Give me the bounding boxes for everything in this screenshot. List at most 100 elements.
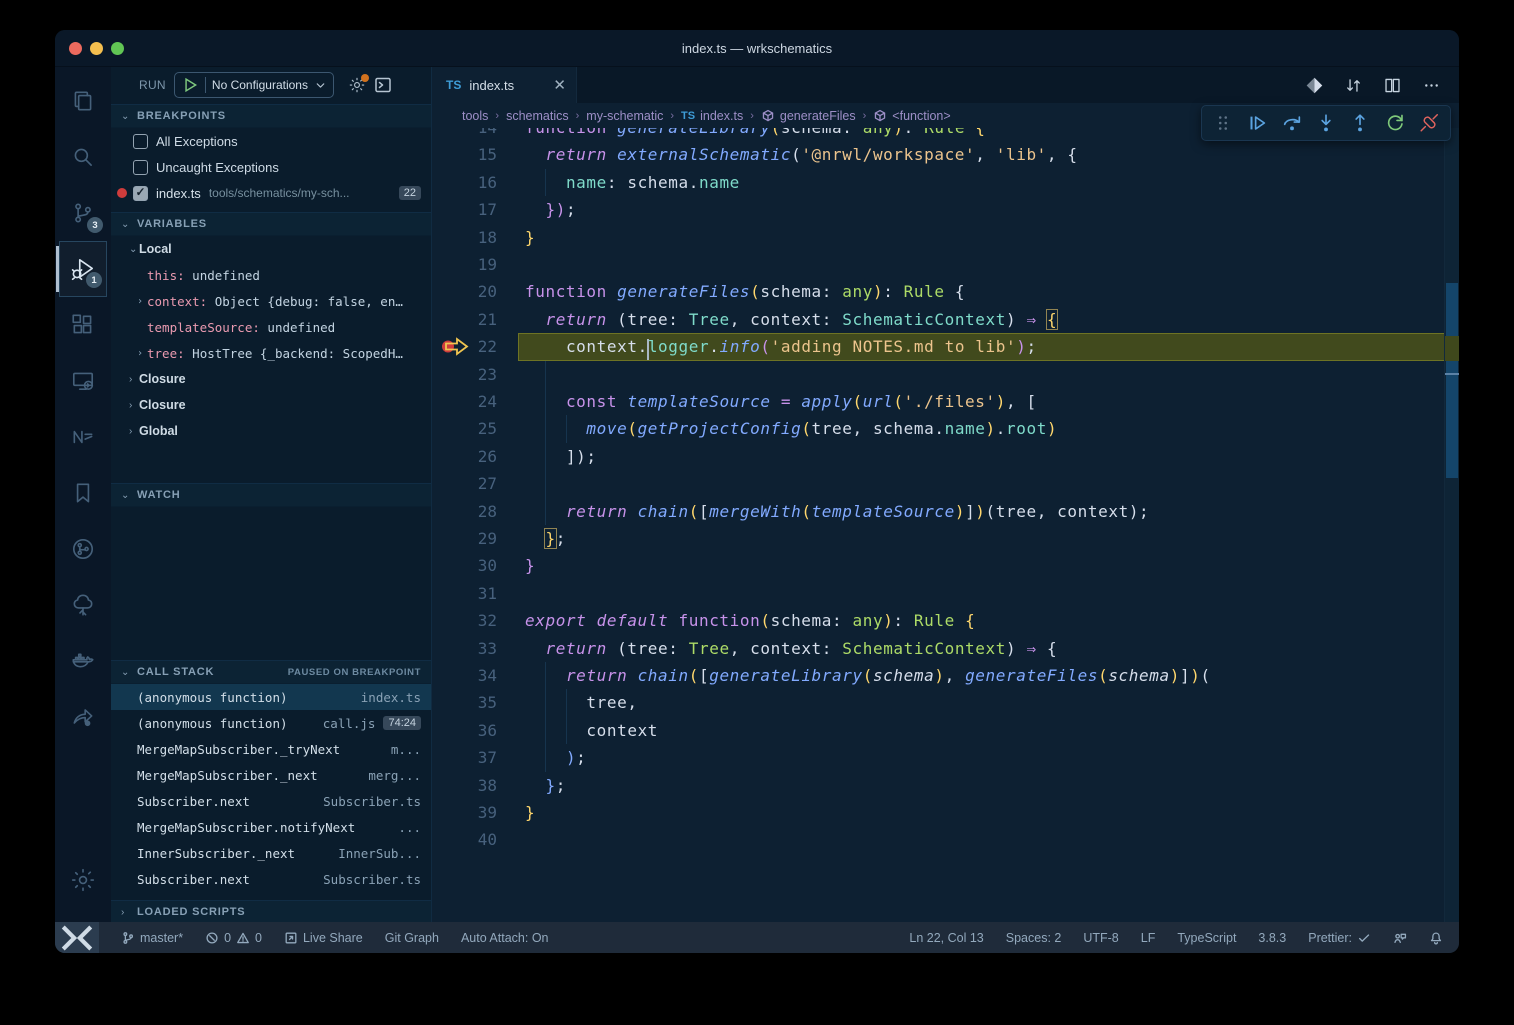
vertical-scrollbar[interactable] <box>1444 128 1459 922</box>
status-remote-indicator[interactable] <box>55 922 99 953</box>
code-line[interactable]: 16 name: schema.name <box>432 169 1444 196</box>
code-line[interactable]: 32export default function(schema: any): … <box>432 607 1444 634</box>
code-line[interactable]: 18} <box>432 224 1444 251</box>
variables-header[interactable]: ⌄ VARIABLES <box>111 212 431 236</box>
activity-item-search[interactable] <box>59 129 107 185</box>
code-line[interactable]: 28 return chain([mergeWith(templateSourc… <box>432 498 1444 525</box>
git-compare-icon[interactable] <box>1344 76 1363 95</box>
variable-scope-row[interactable]: ›Closure <box>111 392 431 418</box>
activity-item-nx-console[interactable] <box>59 409 107 465</box>
breakpoint-row[interactable]: index.tstools/schematics/my-sch...22 <box>111 180 431 206</box>
step-out-icon[interactable] <box>1349 112 1371 134</box>
watch-header[interactable]: ⌄ WATCH <box>111 483 431 507</box>
code-line[interactable]: 20function generateFiles(schema: any): R… <box>432 278 1444 305</box>
breadcrumb-item-schematics[interactable]: schematics <box>506 109 569 123</box>
code-line[interactable]: 24 const templateSource = apply(url('./f… <box>432 388 1444 415</box>
step-over-icon[interactable] <box>1281 112 1303 134</box>
activity-item-docker[interactable] <box>59 633 107 689</box>
variable-row[interactable]: templateSource: undefined <box>111 314 431 340</box>
code-line[interactable]: 34 return chain([generateLibrary(schema)… <box>432 662 1444 689</box>
code-line[interactable]: 33 return (tree: Tree, context: Schemati… <box>432 635 1444 662</box>
code-line[interactable]: 29 }; <box>432 525 1444 552</box>
status-language-mode[interactable]: TypeScript <box>1177 931 1236 945</box>
call-stack-frame[interactable]: Subscriber.nextSubscriber.ts <box>111 788 431 814</box>
status-indentation[interactable]: Spaces: 2 <box>1006 931 1062 945</box>
activity-item-run-and-debug[interactable]: 1 <box>59 241 107 297</box>
variable-scope-row[interactable]: ›Closure <box>111 366 431 392</box>
call-stack-frame[interactable]: (anonymous function)call.js74:24 <box>111 710 431 736</box>
activity-item-source-control[interactable]: 3 <box>59 185 107 241</box>
code-line[interactable]: 22 context.logger.info('adding NOTES.md … <box>432 333 1444 360</box>
code-line[interactable]: 39} <box>432 799 1444 826</box>
code-line[interactable]: 23 <box>432 361 1444 388</box>
breakpoint-row[interactable]: Uncaught Exceptions <box>111 154 431 180</box>
more-actions-icon[interactable] <box>1422 76 1441 95</box>
code-line[interactable]: 25 move(getProjectConfig(tree, schema.na… <box>432 415 1444 442</box>
continue-icon[interactable] <box>1246 112 1268 134</box>
status-git-graph[interactable]: Git Graph <box>385 931 439 945</box>
code-line[interactable]: 30} <box>432 552 1444 579</box>
breakpoint-checkbox[interactable] <box>133 134 148 149</box>
status-auto-attach[interactable]: Auto Attach: On <box>461 931 549 945</box>
status-eol[interactable]: LF <box>1141 931 1156 945</box>
variable-scope-row[interactable]: ⌄Local <box>111 236 431 262</box>
activity-item-test-explorer[interactable] <box>59 577 107 633</box>
activity-item-manage[interactable] <box>59 852 107 908</box>
breadcrumb-item-tools[interactable]: tools <box>462 109 488 123</box>
breakpoint-checkbox[interactable] <box>133 186 148 201</box>
breakpoint-checkbox[interactable] <box>133 160 148 175</box>
call-stack-frame[interactable]: MergeMapSubscriber.notifyNext... <box>111 814 431 840</box>
code-line[interactable]: 26 ]); <box>432 443 1444 470</box>
breadcrumb-item--function-[interactable]: <function> <box>873 109 950 123</box>
variable-row[interactable]: this: undefined <box>111 262 431 288</box>
code-line[interactable]: 36 context <box>432 717 1444 744</box>
activity-item-explorer[interactable] <box>59 73 107 129</box>
status-ts-version[interactable]: 3.8.3 <box>1258 931 1286 945</box>
status-prettier[interactable]: Prettier: <box>1308 931 1371 945</box>
close-tab-icon[interactable]: ✕ <box>553 76 566 94</box>
code-line[interactable]: 15 return externalSchematic('@nrwl/works… <box>432 141 1444 168</box>
code-line[interactable]: 37 ); <box>432 744 1444 771</box>
activity-item-extensions[interactable] <box>59 297 107 353</box>
status-feedback[interactable] <box>1393 931 1407 945</box>
restart-icon[interactable] <box>1384 112 1406 134</box>
debug-console-icon[interactable] <box>374 76 392 94</box>
open-changes-icon[interactable] <box>1305 76 1324 95</box>
loaded-scripts-header[interactable]: › LOADED SCRIPTS <box>111 900 431 924</box>
status-encoding[interactable]: UTF-8 <box>1083 931 1118 945</box>
activity-item-git-graph[interactable] <box>59 521 107 577</box>
breadcrumb-item-my-schematic[interactable]: my-schematic <box>586 109 663 123</box>
call-stack-frame[interactable]: MergeMapSubscriber._nextmerg... <box>111 762 431 788</box>
variable-row[interactable]: ›context: Object {debug: false, en… <box>111 288 431 314</box>
call-stack-frame[interactable]: (anonymous function)index.ts <box>111 684 431 710</box>
code-editor[interactable]: 14function generateLibrary(schema: any):… <box>432 128 1444 922</box>
split-editor-icon[interactable] <box>1383 76 1402 95</box>
code-line[interactable]: 17 }); <box>432 196 1444 223</box>
call-stack-frame[interactable]: InnerSubscriber._nextInnerSub... <box>111 840 431 866</box>
status-live-share[interactable]: Live Share <box>284 931 363 945</box>
activity-item-deploy[interactable] <box>59 689 107 745</box>
breadcrumb-item-generatefiles[interactable]: generateFiles <box>761 109 856 123</box>
disconnect-icon[interactable] <box>1418 112 1440 134</box>
code-line[interactable]: 27 <box>432 470 1444 497</box>
code-line[interactable]: 21 return (tree: Tree, context: Schemati… <box>432 306 1444 333</box>
status-cursor-position[interactable]: Ln 22, Col 13 <box>909 931 983 945</box>
step-into-icon[interactable] <box>1315 112 1337 134</box>
breakpoint-row[interactable]: All Exceptions <box>111 128 431 154</box>
debug-config-picker[interactable]: No Configurations <box>174 72 334 98</box>
call-stack-frame[interactable]: MergeMapSubscriber._tryNextm... <box>111 736 431 762</box>
code-line[interactable]: 40 <box>432 826 1444 853</box>
status-notifications[interactable] <box>1429 931 1443 945</box>
drag-handle-icon[interactable] <box>1212 112 1234 134</box>
variable-row[interactable]: ›tree: HostTree {_backend: ScopedH… <box>111 340 431 366</box>
activity-item-bookmarks[interactable] <box>59 465 107 521</box>
code-line[interactable]: 19 <box>432 251 1444 278</box>
debug-settings-gear-icon[interactable] <box>348 76 366 94</box>
tab-index-ts[interactable]: TS index.ts ✕ <box>432 67 577 103</box>
scrollbar-thumb[interactable] <box>1446 283 1458 478</box>
call-stack-header[interactable]: ⌄ CALL STACK PAUSED ON BREAKPOINT <box>111 660 431 684</box>
call-stack-frame[interactable]: Subscriber.nextSubscriber.ts <box>111 866 431 892</box>
code-line[interactable]: 35 tree, <box>432 689 1444 716</box>
code-line[interactable]: 31 <box>432 580 1444 607</box>
breadcrumb-item-index-ts[interactable]: TSindex.ts <box>681 109 743 123</box>
